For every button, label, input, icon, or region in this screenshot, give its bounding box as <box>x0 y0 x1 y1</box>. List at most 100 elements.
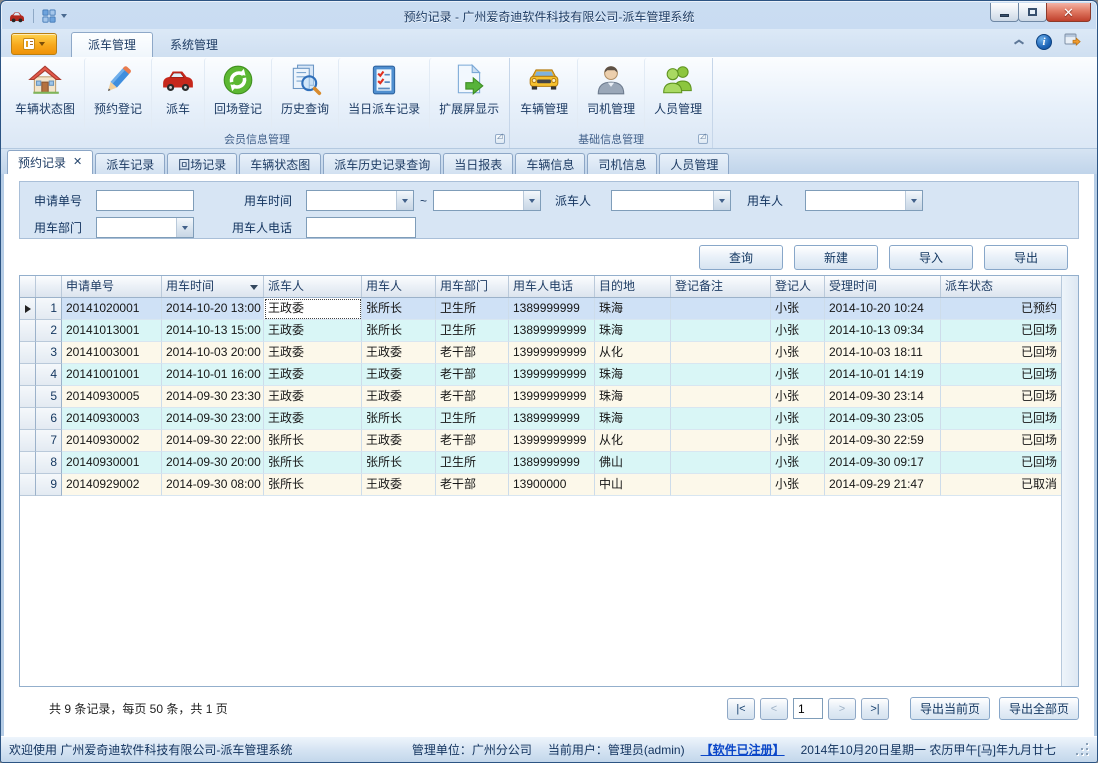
data-cell[interactable]: 珠海 <box>595 364 671 386</box>
data-cell[interactable]: 2014-09-30 22:59 <box>825 430 941 452</box>
collapse-ribbon-icon[interactable] <box>1014 39 1024 45</box>
data-cell[interactable]: 2014-09-30 23:05 <box>825 408 941 430</box>
data-cell[interactable]: 卫生所 <box>436 452 509 474</box>
dispatch-status-cell[interactable]: 已回场 <box>941 342 1061 364</box>
data-cell[interactable]: 珠海 <box>595 320 671 342</box>
data-cell[interactable]: 小张 <box>771 386 825 408</box>
dialog-launcher-icon[interactable] <box>495 134 505 144</box>
data-cell[interactable] <box>671 452 771 474</box>
data-cell[interactable]: 1389999999 <box>509 298 595 320</box>
ribbon-button[interactable]: 司机管理 <box>577 58 644 129</box>
data-cell[interactable]: 1389999999 <box>509 408 595 430</box>
table-row[interactable]: 9201409290022014-09-30 08:00张所长王政委老干部139… <box>20 474 1061 496</box>
data-cell[interactable]: 小张 <box>771 474 825 496</box>
data-cell[interactable]: 从化 <box>595 430 671 452</box>
data-cell[interactable]: 从化 <box>595 342 671 364</box>
license-registered-link[interactable]: 【软件已注册】 <box>701 741 785 758</box>
data-cell[interactable]: 中山 <box>595 474 671 496</box>
data-cell[interactable]: 张所长 <box>362 320 436 342</box>
data-cell[interactable]: 20141013001 <box>62 320 162 342</box>
ribbon-button[interactable]: 扩展屏显示 <box>429 58 508 129</box>
data-cell[interactable]: 小张 <box>771 430 825 452</box>
data-cell[interactable]: 张所长 <box>264 452 362 474</box>
data-cell[interactable]: 老干部 <box>436 342 509 364</box>
ribbon-button[interactable]: 预约登记 <box>84 58 151 129</box>
data-cell[interactable] <box>671 474 771 496</box>
dispatch-status-cell[interactable]: 已回场 <box>941 452 1061 474</box>
data-cell[interactable]: 小张 <box>771 408 825 430</box>
ribbon-button[interactable]: 车辆状态图 <box>6 58 84 129</box>
column-header[interactable]: 用车人电话 <box>509 276 595 297</box>
data-cell[interactable]: 小张 <box>771 364 825 386</box>
data-cell[interactable]: 1389999999 <box>509 452 595 474</box>
data-cell[interactable]: 13900000 <box>509 474 595 496</box>
data-cell[interactable]: 2014-10-13 15:00 <box>162 320 264 342</box>
data-cell[interactable]: 卫生所 <box>436 320 509 342</box>
column-header[interactable]: 登记人 <box>771 276 825 297</box>
ribbon-button[interactable]: 人员管理 <box>644 58 711 129</box>
ribbon-button[interactable]: 历史查询 <box>271 58 338 129</box>
dropdown-arrow-icon[interactable] <box>396 191 413 210</box>
data-cell[interactable]: 小张 <box>771 298 825 320</box>
column-header[interactable]: 受理时间 <box>825 276 941 297</box>
column-header[interactable]: 目的地 <box>595 276 671 297</box>
dispatch-status-cell[interactable]: 已回场 <box>941 430 1061 452</box>
data-cell[interactable]: 老干部 <box>436 430 509 452</box>
dropdown-arrow-icon[interactable] <box>713 191 730 210</box>
data-cell[interactable]: 珠海 <box>595 386 671 408</box>
dropdown-arrow-icon[interactable] <box>176 218 193 237</box>
data-cell[interactable]: 王政委 <box>362 386 436 408</box>
doc-tab[interactable]: 派车历史记录查询 <box>323 153 441 174</box>
data-cell[interactable] <box>671 342 771 364</box>
data-cell[interactable]: 老干部 <box>436 474 509 496</box>
table-row[interactable]: 3201410030012014-10-03 20:00王政委王政委老干部139… <box>20 342 1061 364</box>
column-header[interactable]: 派车状态 <box>941 276 1061 297</box>
column-header[interactable]: 用车时间 <box>162 276 264 297</box>
data-cell[interactable]: 13899999999 <box>509 320 595 342</box>
data-cell[interactable]: 王政委 <box>264 320 362 342</box>
data-cell[interactable]: 20141020001 <box>62 298 162 320</box>
data-cell[interactable] <box>671 386 771 408</box>
dispatch-status-cell[interactable]: 已回场 <box>941 364 1061 386</box>
data-cell[interactable] <box>671 408 771 430</box>
data-cell[interactable]: 佛山 <box>595 452 671 474</box>
new-button[interactable]: 新建 <box>794 245 878 270</box>
data-cell[interactable]: 卫生所 <box>436 408 509 430</box>
data-cell[interactable]: 20140930003 <box>62 408 162 430</box>
data-cell[interactable]: 2014-09-30 22:00 <box>162 430 264 452</box>
data-cell[interactable] <box>671 430 771 452</box>
data-cell[interactable]: 王政委 <box>264 364 362 386</box>
data-cell[interactable]: 2014-09-30 23:30 <box>162 386 264 408</box>
ribbon-tab-system[interactable]: 系统管理 <box>153 32 235 57</box>
data-cell[interactable]: 2014-09-30 23:00 <box>162 408 264 430</box>
data-cell[interactable]: 卫生所 <box>436 298 509 320</box>
application-menu-button[interactable] <box>11 33 57 55</box>
data-cell[interactable] <box>671 298 771 320</box>
data-cell[interactable]: 小张 <box>771 452 825 474</box>
prev-page-button[interactable]: < <box>760 698 788 720</box>
table-row[interactable]: 1201410200012014-10-20 13:00王政委张所长卫生所138… <box>20 298 1061 320</box>
data-cell[interactable]: 张所长 <box>264 474 362 496</box>
export-current-page-button[interactable]: 导出当前页 <box>910 697 990 720</box>
data-cell[interactable]: 13999999999 <box>509 364 595 386</box>
data-cell[interactable]: 张所长 <box>362 452 436 474</box>
doc-tab[interactable]: 司机信息 <box>587 153 657 174</box>
column-header[interactable]: 用车人 <box>362 276 436 297</box>
toolbar-dropdown-icon[interactable] <box>61 14 67 18</box>
data-cell[interactable]: 13999999999 <box>509 342 595 364</box>
doc-tab[interactable]: 派车记录 <box>95 153 165 174</box>
doc-tab[interactable]: 人员管理 <box>659 153 729 174</box>
data-cell[interactable]: 20141001001 <box>62 364 162 386</box>
ribbon-button[interactable]: 派车 <box>151 58 204 129</box>
doc-tab[interactable]: 当日报表 <box>443 153 513 174</box>
minimize-button[interactable] <box>990 3 1019 22</box>
data-cell[interactable]: 小张 <box>771 320 825 342</box>
sort-filter-arrow-icon[interactable] <box>250 285 258 290</box>
dispatch-status-cell[interactable]: 已预约 <box>941 298 1061 320</box>
dispatch-status-cell[interactable]: 已回场 <box>941 408 1061 430</box>
data-cell[interactable]: 王政委 <box>264 408 362 430</box>
dropdown-arrow-icon[interactable] <box>905 191 922 210</box>
data-cell[interactable]: 张所长 <box>264 430 362 452</box>
tab-close-icon[interactable]: ✕ <box>73 157 82 168</box>
layout-icon[interactable] <box>42 9 56 23</box>
